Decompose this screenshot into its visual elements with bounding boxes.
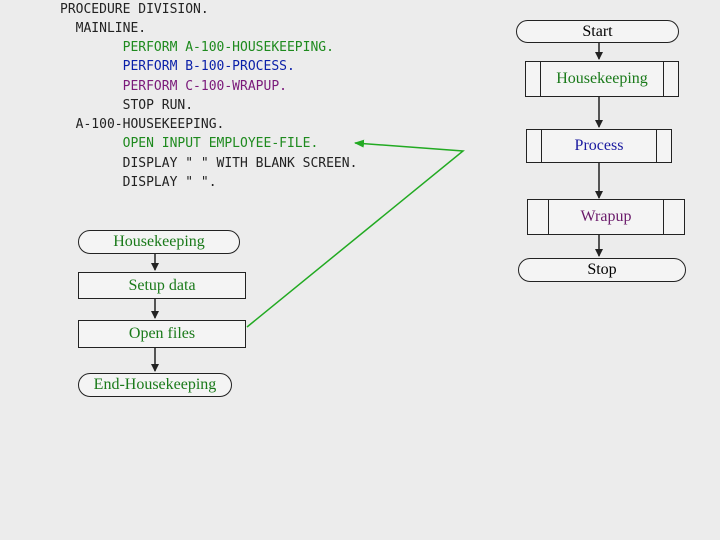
open-files-label: Open files	[128, 325, 196, 342]
end-housekeeping-terminator: End-Housekeeping	[78, 373, 232, 397]
end-housekeeping-label: End-Housekeeping	[93, 376, 217, 393]
wrapup-label: Wrapup	[580, 208, 632, 225]
stop-terminator: Stop	[518, 258, 686, 282]
housekeeping-label: Housekeeping	[556, 70, 648, 87]
green-correspondence-arrow	[246, 139, 465, 328]
stop-label: Stop	[587, 261, 617, 278]
sub-housekeeping-label: Housekeeping	[113, 233, 205, 250]
start-label: Start	[582, 22, 613, 40]
housekeeping-process-box: Housekeeping	[525, 61, 679, 97]
process-label: Process	[574, 137, 624, 154]
sub-housekeeping-terminator: Housekeeping	[78, 230, 240, 254]
process-box: Process	[526, 129, 672, 163]
setup-data-label: Setup data	[128, 276, 196, 294]
start-terminator: Start	[516, 20, 679, 43]
setup-data-box: Setup data	[78, 272, 246, 299]
open-files-box: Open files	[78, 320, 246, 348]
wrapup-process-box: Wrapup	[527, 199, 685, 235]
